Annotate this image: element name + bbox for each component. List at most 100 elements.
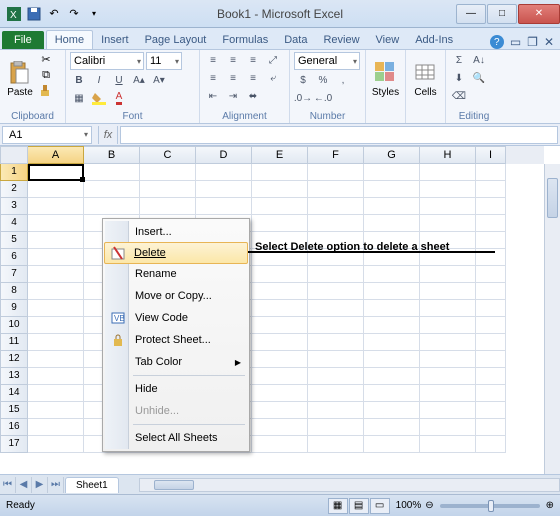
cell[interactable] [420, 181, 476, 198]
cell[interactable] [252, 402, 308, 419]
cell[interactable] [476, 317, 506, 334]
comma-icon[interactable]: , [334, 72, 352, 88]
cell[interactable] [420, 198, 476, 215]
ctx-move-copy[interactable]: Move or Copy... [105, 285, 247, 307]
cell[interactable] [364, 402, 420, 419]
increase-indent-icon[interactable]: ⇥ [224, 88, 242, 104]
row-header-10[interactable]: 10 [0, 317, 28, 334]
align-left-icon[interactable]: ≡ [204, 70, 222, 86]
tab-home[interactable]: Home [46, 30, 93, 49]
cell[interactable] [252, 198, 308, 215]
cell[interactable] [364, 164, 420, 181]
cell[interactable] [252, 368, 308, 385]
zoom-knob[interactable] [488, 500, 494, 512]
cell[interactable] [308, 215, 364, 232]
ctx-tab-color[interactable]: Tab Color▶ [105, 351, 247, 373]
formula-bar[interactable] [120, 126, 558, 144]
ctx-insert[interactable]: Insert... [105, 221, 247, 243]
cell[interactable] [476, 266, 506, 283]
cell[interactable] [28, 266, 84, 283]
row-header-7[interactable]: 7 [0, 266, 28, 283]
cell[interactable] [364, 436, 420, 453]
tab-file[interactable]: File [2, 31, 44, 49]
cell[interactable] [84, 198, 140, 215]
format-painter-icon[interactable] [38, 84, 54, 98]
cell[interactable] [420, 266, 476, 283]
cell[interactable] [420, 283, 476, 300]
cell[interactable] [308, 351, 364, 368]
decrease-decimal-icon[interactable]: ←.0 [314, 90, 332, 106]
cell[interactable] [420, 317, 476, 334]
cell[interactable] [308, 266, 364, 283]
sheet-nav-prev-icon[interactable]: ◀ [16, 477, 32, 493]
maximize-button[interactable]: □ [487, 4, 517, 24]
cell[interactable] [364, 266, 420, 283]
cell[interactable] [308, 317, 364, 334]
redo-icon[interactable]: ↷ [66, 6, 82, 22]
cell[interactable] [476, 334, 506, 351]
cell[interactable] [140, 198, 196, 215]
cell[interactable] [28, 334, 84, 351]
clear-icon[interactable]: ⌫ [450, 88, 468, 104]
merge-center-icon[interactable]: ⬌ [244, 88, 262, 104]
cell[interactable] [28, 368, 84, 385]
fill-icon[interactable]: ⬇ [450, 70, 468, 86]
tab-page-layout[interactable]: Page Layout [137, 31, 215, 49]
sheet-tab-1[interactable]: Sheet1 [65, 477, 119, 493]
cell[interactable] [476, 300, 506, 317]
row-header-12[interactable]: 12 [0, 351, 28, 368]
cell[interactable] [476, 283, 506, 300]
help-icon[interactable]: ? [490, 35, 504, 49]
decrease-indent-icon[interactable]: ⇤ [204, 88, 222, 104]
cell[interactable] [420, 385, 476, 402]
cell[interactable] [476, 181, 506, 198]
row-header-14[interactable]: 14 [0, 385, 28, 402]
cell[interactable] [252, 266, 308, 283]
save-icon[interactable] [26, 6, 42, 22]
cell[interactable] [364, 317, 420, 334]
cell[interactable] [364, 215, 420, 232]
undo-icon[interactable]: ↶ [46, 6, 62, 22]
select-all-button[interactable] [0, 146, 28, 164]
row-header-11[interactable]: 11 [0, 334, 28, 351]
horizontal-scrollbar[interactable] [139, 478, 560, 492]
cell[interactable] [252, 181, 308, 198]
align-right-icon[interactable]: ≡ [244, 70, 262, 86]
cell[interactable] [28, 283, 84, 300]
cell[interactable] [476, 215, 506, 232]
zoom-out-button[interactable]: ⊖ [425, 500, 433, 511]
cell[interactable] [308, 419, 364, 436]
cell[interactable] [420, 300, 476, 317]
cell[interactable] [476, 419, 506, 436]
font-size-combo[interactable]: 11 [146, 52, 182, 70]
cell[interactable] [28, 300, 84, 317]
doc-close-icon[interactable]: ✕ [544, 35, 554, 49]
cell[interactable] [420, 419, 476, 436]
tab-data[interactable]: Data [276, 31, 315, 49]
increase-decimal-icon[interactable]: .0→ [294, 90, 312, 106]
cell[interactable] [420, 215, 476, 232]
cell[interactable] [476, 368, 506, 385]
sort-icon[interactable]: A↓ [470, 52, 488, 68]
percent-icon[interactable]: % [314, 72, 332, 88]
cell[interactable] [476, 164, 506, 181]
row-header-13[interactable]: 13 [0, 368, 28, 385]
row-header-8[interactable]: 8 [0, 283, 28, 300]
col-header-h[interactable]: H [420, 146, 476, 164]
cell[interactable] [252, 419, 308, 436]
cell[interactable] [140, 181, 196, 198]
align-center-icon[interactable]: ≡ [224, 70, 242, 86]
col-header-a[interactable]: A [28, 146, 84, 164]
cell[interactable] [308, 368, 364, 385]
tab-view[interactable]: View [368, 31, 408, 49]
font-color-icon[interactable]: A [110, 90, 128, 106]
col-header-e[interactable]: E [252, 146, 308, 164]
cell[interactable] [196, 198, 252, 215]
row-header-3[interactable]: 3 [0, 198, 28, 215]
cell[interactable] [252, 283, 308, 300]
ctx-delete[interactable]: Delete [104, 242, 248, 264]
cell[interactable] [140, 164, 196, 181]
cell[interactable] [476, 385, 506, 402]
copy-icon[interactable]: ⧉ [38, 68, 54, 82]
page-layout-view-icon[interactable]: ▤ [349, 498, 369, 514]
